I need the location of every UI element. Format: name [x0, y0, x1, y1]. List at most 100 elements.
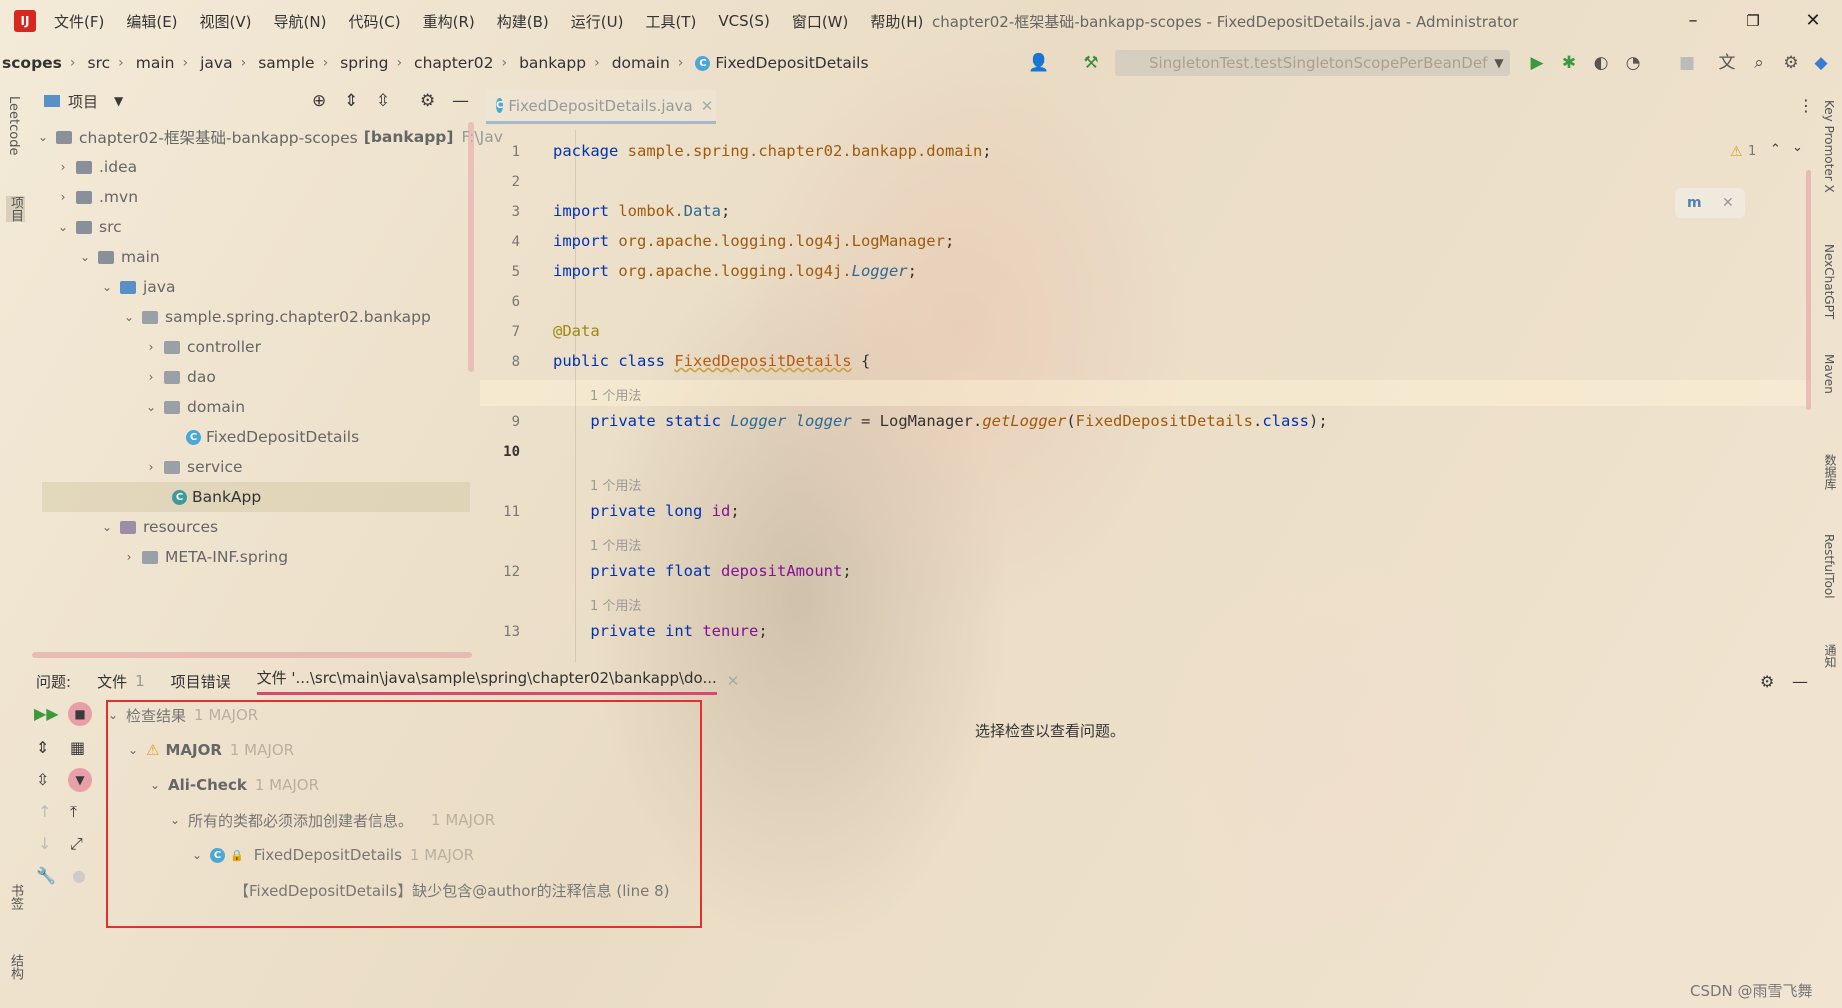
close-tab-icon[interactable]: ✕ — [727, 672, 740, 690]
code-line[interactable]: import lombok.Data; — [553, 202, 730, 220]
code-line[interactable]: private float depositAmount; — [553, 562, 851, 580]
tree-item[interactable]: › .mvn — [56, 182, 138, 212]
maven-reload-popup[interactable]: m ✕ — [1675, 188, 1745, 218]
menu-window[interactable]: 窗口(W) — [792, 11, 849, 32]
expand-all-icon[interactable]: ⇕ — [36, 738, 49, 757]
breadcrumb-item[interactable]: chapter02 — [414, 54, 493, 72]
project-tool-label[interactable]: 项目 — [6, 196, 25, 222]
plugin-icon[interactable]: ◆ — [1810, 52, 1832, 74]
tab-file[interactable]: 文件 — [97, 671, 127, 692]
collapse-all-icon[interactable]: ⇳ — [376, 91, 390, 111]
code-editor[interactable]: 1 package sample.spring.chapter02.bankap… — [480, 130, 1811, 662]
breadcrumb-item[interactable]: domain — [612, 54, 670, 72]
menu-edit[interactable]: 编辑(E) — [126, 11, 177, 32]
menu-code[interactable]: 代码(C) — [348, 11, 400, 32]
open-icon[interactable]: ⤢ — [70, 834, 83, 854]
wrench-icon[interactable]: 🔧 — [36, 866, 56, 885]
code-line[interactable]: private static Logger logger = LogManage… — [553, 412, 1327, 430]
key-promoter-label[interactable]: Key Promoter X — [1822, 100, 1836, 193]
tree-item[interactable]: ⌄ java — [100, 272, 176, 302]
hide-icon[interactable]: — — [452, 91, 469, 111]
code-line[interactable]: private long id; — [553, 502, 739, 520]
rerun-icon[interactable]: ▶▶ — [34, 704, 59, 723]
filter-icon[interactable]: ▼ — [68, 768, 92, 792]
project-panel-title[interactable]: 项目 — [68, 91, 98, 112]
breadcrumb-item[interactable]: sample — [258, 54, 314, 72]
tab-file-inspection[interactable]: 文件 '...\src\main\java\sample\spring\chap… — [256, 667, 717, 695]
chevron-down-icon[interactable]: ⌄ — [1792, 140, 1803, 155]
restfultool-label[interactable]: RestfulTool — [1822, 534, 1836, 599]
code-line[interactable]: import org.apache.logging.log4j.Logger; — [553, 262, 917, 280]
database-label[interactable]: 数据库 — [1822, 454, 1839, 490]
tree-item[interactable]: ⌄ main — [78, 242, 160, 272]
breadcrumb-item[interactable]: FixedDepositDetails — [715, 54, 868, 72]
editor-tab[interactable]: C FixedDepositDetails.java ✕ — [486, 90, 716, 124]
run-configuration-select[interactable]: SingletonTest.testSingletonScopePerBeanD… — [1115, 50, 1510, 76]
gear-icon[interactable]: ⚙ — [420, 91, 435, 111]
breadcrumb-item[interactable]: scopes — [2, 54, 62, 72]
collapse-all-icon[interactable]: ⇳ — [36, 770, 49, 789]
tree-item[interactable]: ⌄ chapter02-框架基础-bankapp-scopes [bankapp… — [36, 122, 503, 152]
notifications-label[interactable]: 通知 — [1822, 644, 1839, 668]
lightbulb-icon[interactable]: ● — [72, 866, 86, 885]
vertical-scrollbar[interactable] — [468, 122, 474, 372]
debug-icon[interactable]: ✱ — [1558, 52, 1580, 74]
menu-run[interactable]: 运行(U) — [571, 11, 624, 32]
tree-item[interactable]: › service — [144, 452, 243, 482]
maven-label[interactable]: Maven — [1822, 354, 1836, 394]
tree-item[interactable]: ⌄ domain — [144, 392, 245, 422]
search-icon[interactable]: ⌕ — [1748, 52, 1770, 74]
close-tab-icon[interactable]: ✕ — [701, 97, 714, 115]
export-icon[interactable]: ⤒ — [70, 802, 77, 822]
tree-item[interactable]: C FixedDepositDetails — [186, 422, 359, 452]
horizontal-scrollbar[interactable] — [32, 652, 472, 658]
tree-item[interactable]: › .idea — [56, 152, 138, 182]
structure-tool-label[interactable]: 结构 — [6, 954, 25, 980]
run-icon[interactable]: ▶ — [1526, 52, 1548, 74]
gear-icon[interactable]: ⚙ — [1780, 52, 1802, 74]
menu-vcs[interactable]: VCS(S) — [718, 12, 769, 30]
menu-navigate[interactable]: 导航(N) — [274, 11, 327, 32]
code-line[interactable]: import org.apache.logging.log4j.LogManag… — [553, 232, 954, 250]
leetcode-tool-label[interactable]: Leetcode — [6, 96, 21, 155]
tab-project-errors[interactable]: 项目错误 — [171, 671, 231, 692]
bookmarks-tool-label[interactable]: 书签 — [6, 884, 25, 910]
menu-help[interactable]: 帮助(H) — [870, 11, 923, 32]
tree-item[interactable]: ⌄ sample.spring.chapter02.bankapp — [122, 302, 431, 332]
close-icon[interactable]: ✕ — [1722, 195, 1734, 211]
menu-build[interactable]: 构建(B) — [497, 11, 549, 32]
maven-reload-icon[interactable]: m — [1687, 195, 1702, 211]
locate-icon[interactable]: ⊕ — [312, 91, 326, 111]
arrow-down-icon[interactable]: ↓ — [38, 834, 51, 853]
chevron-down-icon[interactable]: ▼ — [114, 94, 123, 108]
breadcrumb-item[interactable]: bankapp — [519, 54, 586, 72]
warning-icon[interactable]: ⚠ — [1730, 144, 1743, 160]
close-icon[interactable]: ✕ — [1800, 8, 1826, 34]
breadcrumb-item[interactable]: main — [136, 54, 175, 72]
tree-item[interactable]: ⌄ resources — [100, 512, 218, 542]
editor-scrollbar[interactable] — [1806, 170, 1811, 410]
more-options-icon[interactable]: ⋮ — [1798, 96, 1814, 115]
stop-inspection-icon[interactable]: ■ — [68, 702, 92, 726]
tree-item[interactable]: ⌄ src — [56, 212, 122, 242]
tree-item-selected[interactable]: C BankApp — [42, 482, 470, 512]
breadcrumb-item[interactable]: spring — [340, 54, 388, 72]
arrow-up-icon[interactable]: ↑ — [38, 802, 51, 821]
restore-icon[interactable]: ❐ — [1740, 8, 1766, 34]
gear-icon[interactable]: ⚙ — [1760, 672, 1774, 691]
tree-item[interactable]: › META-INF.spring — [122, 542, 288, 572]
chevron-down-icon[interactable]: ▼ — [1488, 52, 1510, 74]
code-line[interactable]: @Data — [553, 322, 600, 340]
group-icon[interactable]: ▦ — [70, 738, 85, 757]
build-hammer-icon[interactable]: ⚒ — [1080, 52, 1102, 74]
tree-item[interactable]: › controller — [144, 332, 261, 362]
code-line[interactable]: private int tenure; — [553, 622, 767, 640]
menu-refactor[interactable]: 重构(R) — [423, 11, 475, 32]
tree-item[interactable]: › dao — [144, 362, 216, 392]
hide-icon[interactable]: — — [1792, 672, 1808, 691]
nexchatgpt-label[interactable]: NexChatGPT — [1822, 244, 1836, 319]
warning-count[interactable]: 1 — [1748, 144, 1756, 159]
code-line[interactable]: package sample.spring.chapter02.bankapp.… — [553, 142, 992, 160]
usage-hint[interactable]: 1 个用法 — [590, 475, 641, 494]
user-icon[interactable]: 👤 — [1028, 52, 1050, 74]
